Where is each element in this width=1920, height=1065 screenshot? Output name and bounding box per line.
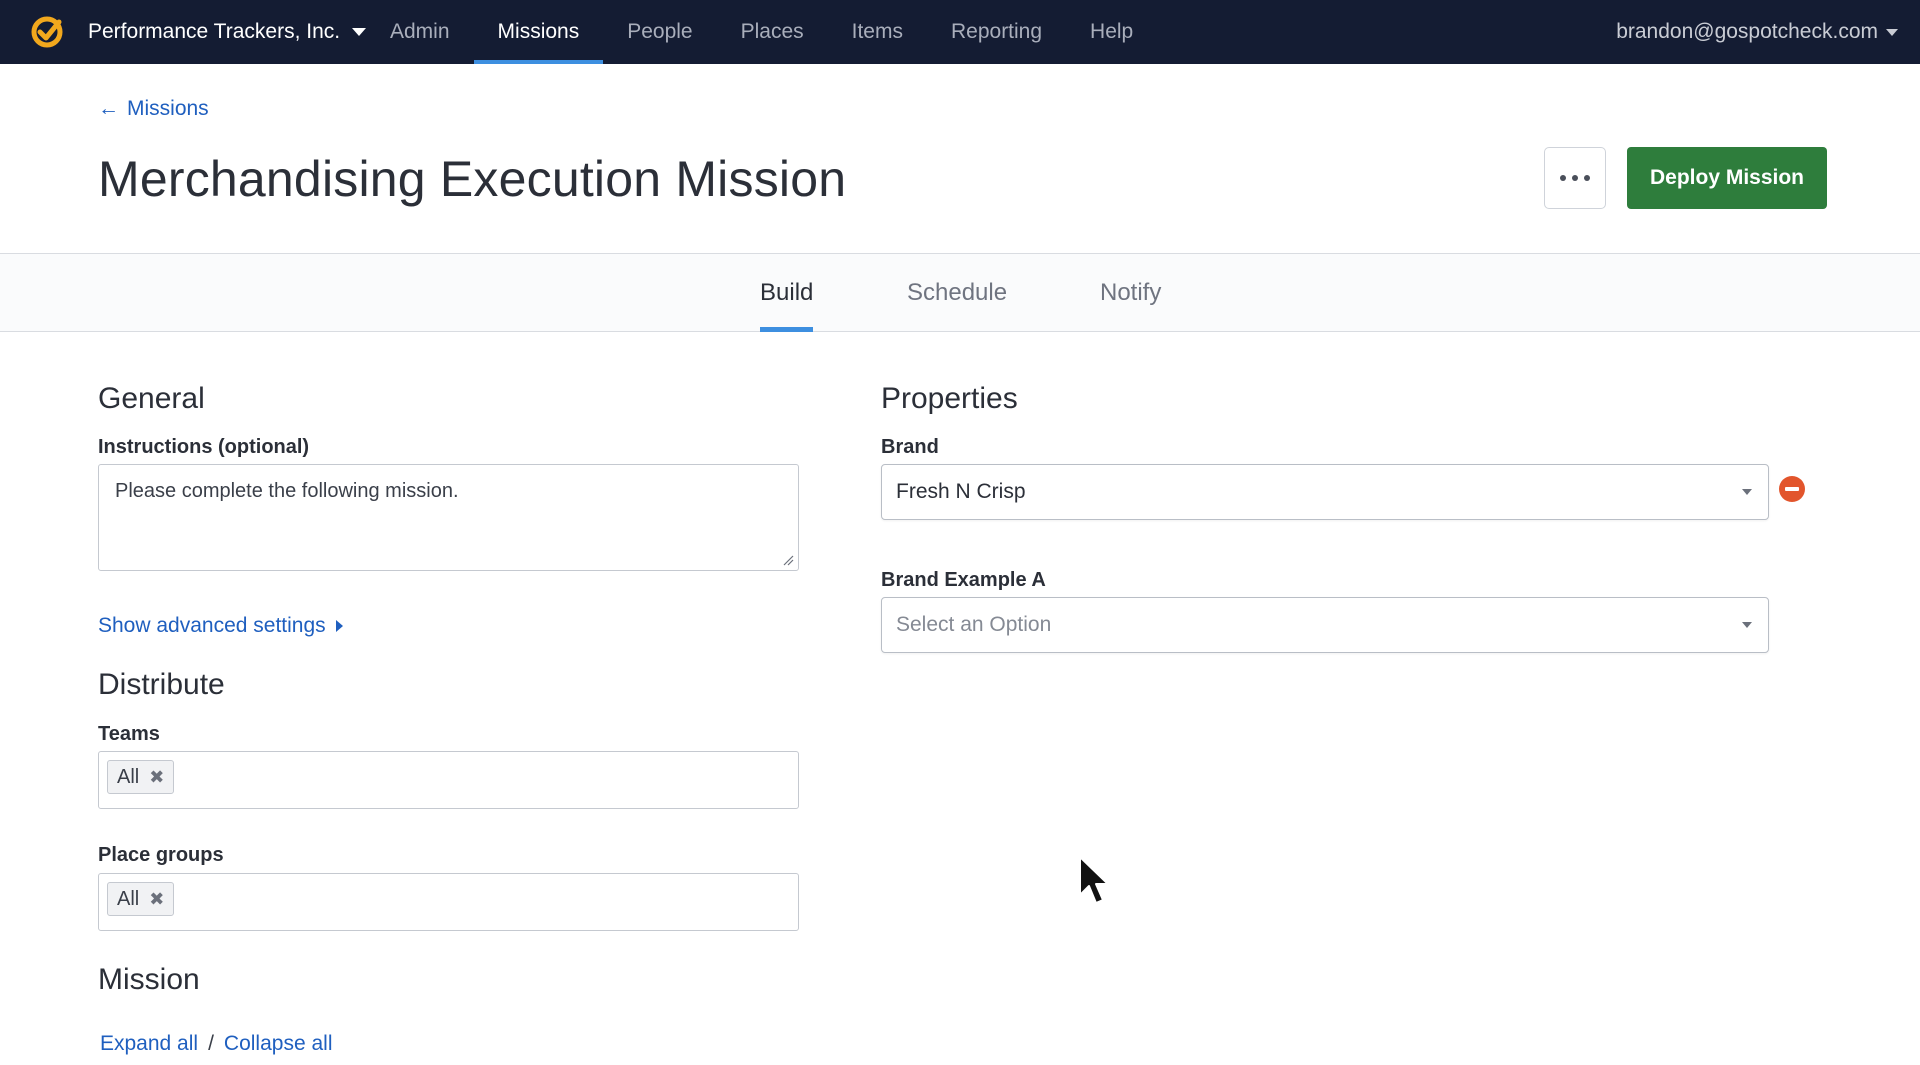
distribute-heading: Distribute [98,668,225,701]
teams-input[interactable]: All ✖ [98,751,799,809]
instructions-value: Please complete the following mission. [115,480,459,502]
place-groups-input[interactable]: All ✖ [98,873,799,931]
instructions-textarea[interactable]: Please complete the following mission. [98,464,799,571]
separator: / [208,1032,214,1055]
chevron-down-icon [1886,28,1898,36]
mission-tabs: Build Schedule Notify [0,254,1920,332]
more-dots-icon [1560,175,1566,181]
instructions-label: Instructions (optional) [98,436,310,458]
dropdown-arrow-icon [1742,622,1752,628]
mouse-cursor-icon [1079,856,1109,904]
nav-admin[interactable]: Admin [366,0,474,64]
properties-heading: Properties [881,382,1018,415]
more-options-button[interactable] [1544,147,1606,209]
nav-items[interactable]: Items [828,0,927,64]
user-menu[interactable]: brandon@gospotcheck.com [1616,0,1898,64]
gospotcheck-logo-icon[interactable] [30,15,64,49]
brand-value: Fresh N Crisp [896,480,1026,503]
collapse-all-link[interactable]: Collapse all [224,1032,333,1056]
place-groups-label: Place groups [98,844,224,866]
general-heading: General [98,382,205,415]
place-groups-tag-all: All ✖ [107,882,175,916]
expand-all-link[interactable]: Expand all [100,1032,198,1056]
tab-schedule[interactable]: Schedule [907,254,1007,331]
back-link-label: Missions [127,97,209,120]
teams-tag-all: All ✖ [107,760,175,794]
deploy-mission-button[interactable]: Deploy Mission [1627,147,1827,209]
main-nav: Admin Missions People Places Items Repor… [366,0,1157,64]
nav-places[interactable]: Places [717,0,828,64]
nav-help[interactable]: Help [1066,0,1157,64]
resize-handle-icon[interactable] [782,554,794,566]
page-title: Merchandising Execution Mission [98,151,847,207]
brand-example-label: Brand Example A [881,569,1046,591]
org-name: Performance Trackers, Inc. [88,20,341,43]
caret-right-icon [335,620,343,632]
arrow-left-icon: ← [98,97,119,120]
show-advanced-settings-link[interactable]: Show advanced settings [98,614,343,638]
nav-people[interactable]: People [603,0,716,64]
more-dots-icon [1584,175,1590,181]
tag-label: All [117,887,140,910]
user-email: brandon@gospotcheck.com [1616,20,1878,43]
expand-collapse-controls: Expand all / Collapse all [100,1032,332,1056]
more-dots-icon [1572,175,1578,181]
tab-notify[interactable]: Notify [1100,254,1161,331]
advanced-settings-label: Show advanced settings [98,614,326,637]
tab-build[interactable]: Build [760,254,814,332]
nav-reporting[interactable]: Reporting [927,0,1066,64]
minus-icon [1785,487,1799,491]
tag-label: All [117,765,140,788]
dropdown-arrow-icon [1742,489,1752,495]
chevron-down-icon [352,28,367,36]
remove-property-button[interactable] [1779,476,1805,502]
back-to-missions-link[interactable]: ← Missions [98,97,209,121]
brand-label: Brand [881,436,939,458]
teams-label: Teams [98,723,160,745]
remove-tag-icon[interactable]: ✖ [149,767,164,788]
brand-example-placeholder: Select an Option [896,613,1052,636]
org-switcher[interactable]: Performance Trackers, Inc. [88,0,367,64]
nav-missions[interactable]: Missions [473,0,604,64]
top-nav: Performance Trackers, Inc. Admin Mission… [0,0,1920,64]
brand-select[interactable]: Fresh N Crisp [881,464,1769,520]
mission-heading: Mission [98,963,200,996]
remove-tag-icon[interactable]: ✖ [149,889,164,910]
brand-example-select[interactable]: Select an Option [881,597,1769,653]
